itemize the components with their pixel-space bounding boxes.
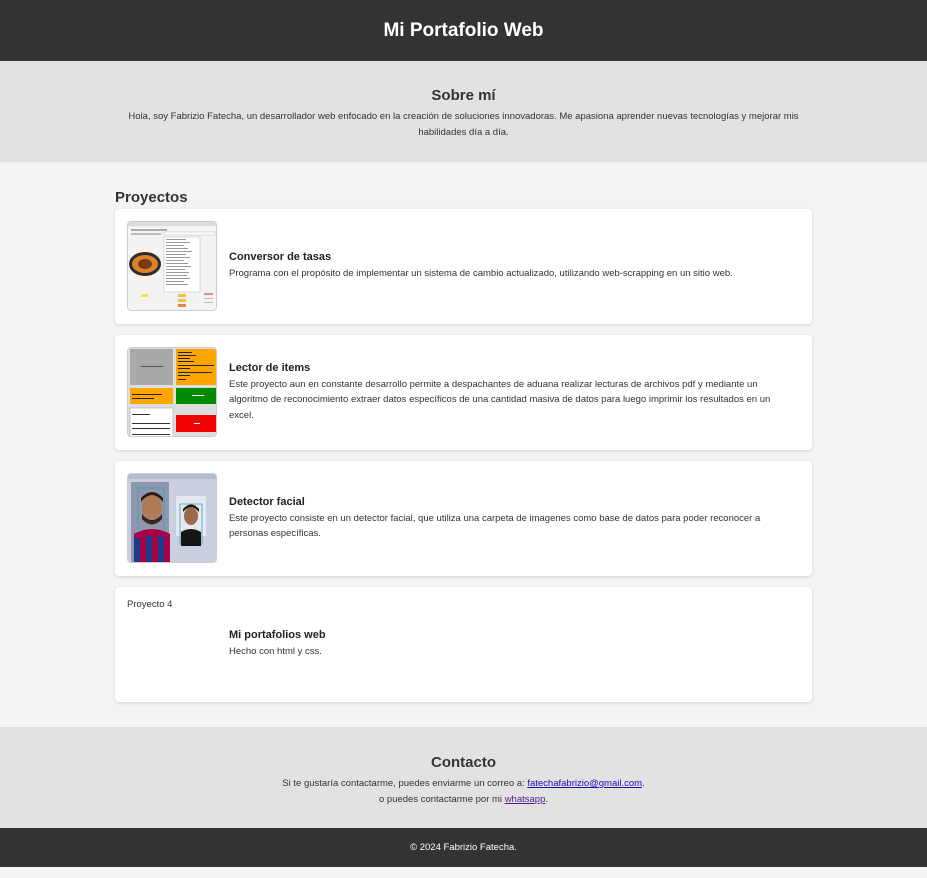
project-info: Conversor de tasas Programa con el propó… [229,209,782,324]
project-card: Detector facial Este proyecto consiste e… [115,461,812,576]
page-title: Mi Portafolio Web [383,19,544,41]
project-image-item-reader [127,347,217,437]
project-info: Mi portafolios web Hecho con html y css. [229,587,782,702]
project-info: Detector facial Este proyecto consiste e… [229,461,782,576]
project-title: Lector de items [229,361,311,374]
project-description: Hecho con html y css. [229,646,322,658]
project-description: Programa con el propósito de implementar… [229,268,733,280]
contact-title: Contacto [431,754,496,771]
about-text: Hola, soy Fabrizio Fatecha, un desarroll… [128,111,799,138]
site-header: Mi Portafolio Web [0,0,927,61]
contact-email-line: Si te gustaría contactarme, puedes envia… [0,776,927,792]
contact-whatsapp-prefix: o puedes contactarme por mi [379,793,505,805]
project-image-broken: Proyecto 4 [127,599,173,610]
project-title: Conversor de tasas [229,251,332,264]
whatsapp-link[interactable]: whatsapp [505,794,546,805]
site-footer: © 2024 Fabrizio Fatecha. [0,828,927,867]
contact-whatsapp-suffix: . [545,793,548,805]
project-card: Lector de items Este proyecto aun en con… [115,335,812,450]
project-card: Proyecto 4 Mi portafolios web Hecho con … [115,587,812,702]
contact-email-suffix: . [642,778,645,789]
footer-copyright: © 2024 Fabrizio Fatecha. [410,842,517,853]
about-section: Sobre mí Hola, soy Fabrizio Fatecha, un … [0,61,927,162]
about-title: Sobre mí [431,87,496,104]
project-description: Este proyecto consiste en un detector fa… [229,512,761,540]
project-title: Mi portafolios web [229,629,326,642]
projects-section: Proyectos Conversor de tasas Programa co… [115,162,812,702]
project-card: Conversor de tasas Programa con el propó… [115,209,812,324]
project-description: Este proyecto aun en constante desarroll… [229,378,771,421]
contact-whatsapp-line: o puedes contactarme por mi whatsapp. [0,792,927,808]
contact-section: Contacto Si te gustaría contactarme, pue… [0,727,927,828]
project-image-currency-converter [127,221,217,311]
projects-title: Proyectos [115,189,188,206]
project-title: Detector facial [229,495,305,508]
contact-email-prefix: Si te gustaría contactarme, puedes envia… [282,778,528,789]
project-image-face-detector [127,473,217,563]
email-link[interactable]: fatechafabrizio@gmail.com [527,778,642,789]
project-info: Lector de items Este proyecto aun en con… [229,335,782,450]
